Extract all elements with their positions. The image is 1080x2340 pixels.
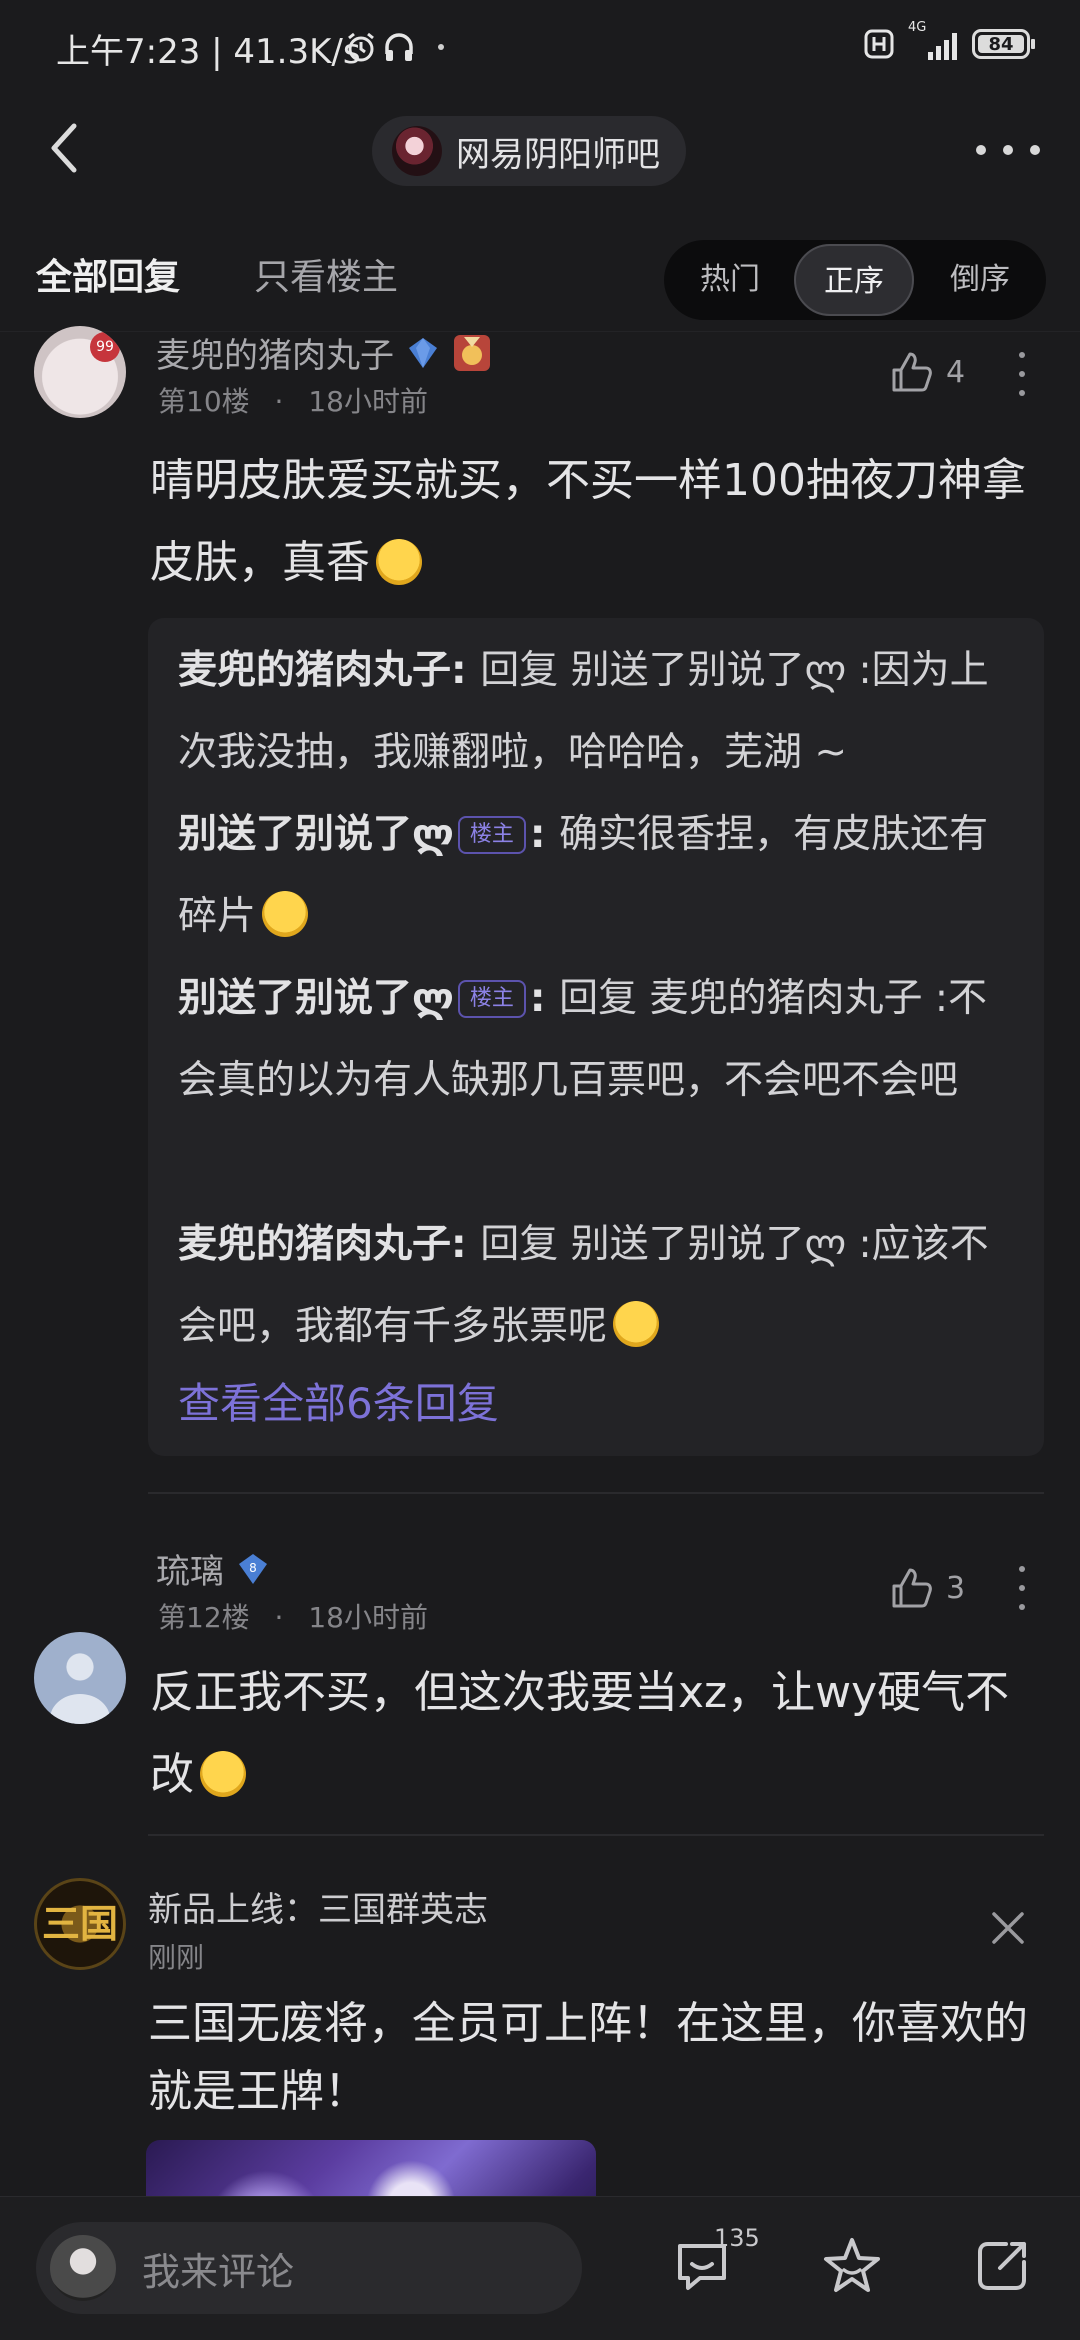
more-dot [1030, 145, 1040, 155]
status-time: 上午7:23 | 41.3K/s [56, 32, 361, 72]
kebab-dot [1019, 1585, 1025, 1591]
like-button[interactable]: 3 [890, 1566, 965, 1610]
comment-input[interactable]: 我来评论 [36, 2222, 582, 2314]
yum-emoji-icon [262, 891, 309, 937]
back-button[interactable] [36, 118, 96, 178]
meta-separator: · [274, 1601, 284, 1634]
reply-author[interactable]: 别送了别说了ლ [178, 812, 454, 857]
sub-reply[interactable]: 麦兜的猪肉丸子: 回复 别送了别说了ლ :因为上次我没抽，我赚翻啦，哈哈哈，芜湖… [178, 630, 1018, 794]
ad-text[interactable]: 三国无废将，全员可上阵！在这里，你喜欢的就是王牌！ [148, 1990, 1048, 2126]
hd-icon [864, 29, 894, 59]
avatar-badge: 99 [90, 332, 120, 362]
ad-logo[interactable]: 三国 [34, 1878, 126, 1970]
post-meta: 第12楼 · 18小时前 [158, 1596, 428, 1636]
post-more-button[interactable] [1012, 352, 1032, 396]
forum-title-pill[interactable]: 网易阴阳师吧 [372, 116, 686, 186]
forum-name: 网易阴阳师吧 [456, 134, 660, 175]
level-gem-icon: 8 [239, 1553, 267, 1584]
avatar[interactable]: 99 [34, 326, 126, 418]
tab-owner-only[interactable]: 只看楼主 [254, 248, 398, 300]
kebab-dot [1019, 1604, 1025, 1610]
grin-emoji-icon [376, 539, 422, 585]
like-button[interactable]: 4 [890, 350, 965, 394]
ad-logo-text: 三国 [41, 1902, 118, 1946]
network-type: 4G [908, 20, 927, 35]
like-count: 4 [946, 354, 966, 390]
kebab-dot [1019, 352, 1025, 358]
kebab-dot [1019, 371, 1025, 377]
sort-ascending[interactable]: 正序 [794, 244, 914, 316]
view-all-replies-link[interactable]: 查看全部6条回复 [178, 1370, 499, 1431]
chevron-left-icon [51, 123, 77, 173]
reply-colon: : [529, 812, 560, 857]
reply-colon: : [451, 1222, 481, 1267]
more-dot [976, 145, 986, 155]
reply-author[interactable]: 别送了别说了ლ [178, 976, 454, 1021]
flushed-emoji-icon [613, 1301, 660, 1347]
post-text: 反正我不买，但这次我要当xz，让wy硬气不改 [150, 1667, 1010, 1800]
sort-toggle: 热门 正序 倒序 [664, 240, 1046, 320]
level-number: 8 [249, 1561, 257, 1575]
signal-icon: 4G [908, 20, 958, 60]
sub-reply[interactable]: 别送了别说了ლ 楼主: 回复 麦兜的猪肉丸子 :不会真的以为有人缺那几百票吧，不会… [178, 958, 1018, 1122]
forum-avatar [392, 126, 442, 176]
sub-reply[interactable]: 别送了别说了ლ 楼主: 确实很香捏，有皮肤还有碎片 [178, 794, 1018, 958]
close-icon[interactable] [986, 1906, 1030, 1950]
post-meta: 第10楼 · 18小时前 [158, 380, 428, 420]
battery-icon: 84 [972, 29, 1035, 59]
status-indicators: 4G 84 [864, 20, 1035, 60]
hug-emoji-icon [200, 1751, 246, 1797]
username[interactable]: 麦兜的猪肉丸子 [156, 328, 394, 377]
kebab-dot [1019, 390, 1025, 396]
post-content: 晴明皮肤爱买就买，不买一样100抽夜刀神拿皮肤，真香 [150, 440, 1050, 604]
battery-level: 84 [988, 33, 1014, 55]
comment-placeholder: 我来评论 [142, 2249, 295, 2294]
owner-tag: 楼主 [457, 980, 526, 1018]
headphones-icon [385, 33, 413, 61]
more-dot [1003, 145, 1013, 155]
notification-dot [438, 44, 444, 50]
sub-reply[interactable]: 麦兜的猪肉丸子: 回复 别送了别说了ლ :应该不会吧，我都有千多张票呢 [178, 1204, 1018, 1368]
reply-author[interactable]: 麦兜的猪肉丸子 [178, 1222, 451, 1267]
status-bar: 上午7:23 | 41.3K/s 4G 84 [0, 0, 1080, 100]
reply-colon: : [529, 976, 560, 1021]
divider [148, 1834, 1044, 1836]
post-more-button[interactable] [1012, 1566, 1032, 1610]
like-count: 3 [946, 1570, 966, 1606]
post-text: 晴明皮肤爱买就买，不买一样100抽夜刀神拿皮肤，真香 [150, 455, 1026, 588]
my-avatar [50, 2235, 116, 2301]
thumbs-up-icon [892, 352, 932, 392]
thumbs-up-icon [892, 1568, 932, 1608]
username-row: 琉璃 8 [156, 1544, 270, 1593]
reply-colon: : [451, 648, 481, 693]
sort-descending[interactable]: 倒序 [920, 240, 1040, 320]
ad-time: 刚刚 [148, 1941, 205, 1974]
meta-separator: · [274, 385, 284, 418]
alarm-icon [348, 32, 374, 62]
floor-number: 第10楼 [158, 385, 250, 418]
reply-author[interactable]: 麦兜的猪肉丸子 [178, 648, 451, 693]
sub-replies-box: 麦兜的猪肉丸子: 回复 别送了别说了ლ :因为上次我没抽，我赚翻啦，哈哈哈，芜湖… [148, 618, 1044, 1456]
kebab-dot [1019, 1566, 1025, 1572]
avatar[interactable] [34, 1632, 126, 1724]
divider [148, 1492, 1044, 1494]
post-time: 18小时前 [308, 385, 428, 418]
share-icon[interactable] [970, 2234, 1034, 2298]
username[interactable]: 琉璃 [156, 1544, 224, 1593]
sort-hot[interactable]: 热门 [670, 240, 790, 320]
comment-count: 135 [714, 2224, 760, 2252]
username-row: 麦兜的猪肉丸子 [156, 328, 492, 377]
post-content: 反正我不买，但这次我要当xz，让wy硬气不改 [150, 1652, 1050, 1816]
tab-all-replies[interactable]: 全部回复 [36, 248, 180, 300]
ad-title[interactable]: 新品上线：三国群英志 [148, 1882, 488, 1931]
floor-number: 第12楼 [158, 1601, 250, 1634]
medal-icon [454, 334, 490, 371]
more-options-button[interactable] [976, 130, 1040, 170]
post-time: 18小时前 [308, 1601, 428, 1634]
star-icon[interactable] [820, 2234, 884, 2298]
level-gem-icon [409, 337, 437, 368]
owner-tag: 楼主 [457, 816, 526, 854]
